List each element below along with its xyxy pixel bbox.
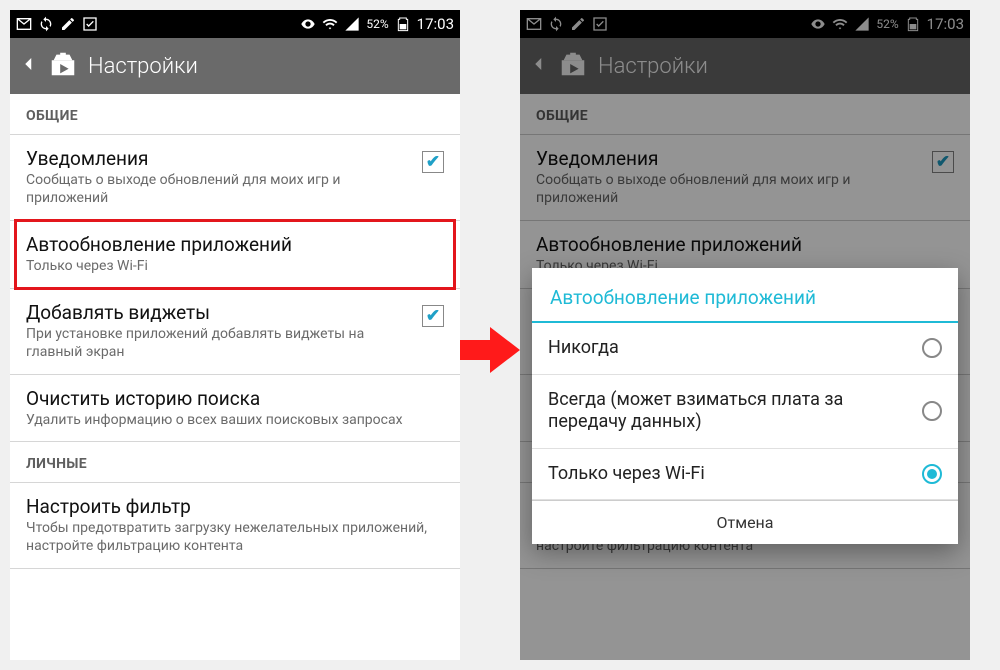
dialog-title: Автообновление приложений (532, 268, 958, 321)
section-general: ОБЩИЕ (10, 94, 460, 135)
left-screenshot: 52% 17:03 Настройки ОБЩИЕ Уведомления Со… (10, 10, 460, 660)
autoupdate-dialog: Автообновление приложений Никогда Всегда… (532, 268, 958, 544)
row-title: Добавлять виджеты (26, 301, 414, 324)
row-title: Настроить фильтр (26, 495, 444, 518)
row-sub: Удалить информацию о всех ваших поисковы… (26, 412, 444, 430)
checkbox-notifications[interactable] (422, 151, 444, 173)
checkbox-status-icon (82, 16, 98, 32)
arrow-icon (460, 325, 520, 375)
radio-always[interactable] (922, 401, 942, 421)
row-sub: Сообщать о выходе обновлений для моих иг… (26, 172, 414, 208)
wifi-icon (322, 16, 338, 32)
checkbox-widgets[interactable] (422, 305, 444, 327)
battery-percent: 52% (366, 17, 388, 31)
option-always[interactable]: Всегда (может взиматься плата за передач… (532, 375, 958, 449)
settings-body: ОБЩИЕ Уведомления Сообщать о выходе обно… (10, 94, 460, 569)
play-store-icon (48, 49, 78, 83)
sync-icon (38, 16, 54, 32)
eye-icon (300, 16, 316, 32)
edit-icon (60, 16, 76, 32)
battery-icon (395, 16, 411, 32)
row-title: Очистить историю поиска (26, 387, 444, 410)
clock: 17:03 (417, 15, 454, 33)
back-icon[interactable] (20, 50, 38, 82)
option-wifi[interactable]: Только через Wi-Fi (532, 449, 958, 501)
row-title: Автообновление приложений (26, 233, 444, 256)
status-bar: 52% 17:03 (10, 10, 460, 38)
row-clear-search[interactable]: Очистить историю поиска Удалить информац… (10, 375, 460, 443)
option-never[interactable]: Никогда (532, 323, 958, 375)
signal-icon (344, 16, 360, 32)
row-notifications[interactable]: Уведомления Сообщать о выходе обновлений… (10, 135, 460, 221)
row-widgets[interactable]: Добавлять виджеты При установке приложен… (10, 289, 460, 375)
row-title: Уведомления (26, 147, 414, 170)
row-sub: При установке приложений добавлять видже… (26, 326, 414, 362)
row-sub: Только через Wi-Fi (26, 258, 444, 276)
app-header: Настройки (10, 38, 460, 94)
section-personal: ЛИЧНЫЕ (10, 442, 460, 483)
row-filter[interactable]: Настроить фильтр Чтобы предотвратить заг… (10, 483, 460, 569)
right-screenshot: 52% 17:03 Настройки ОБЩИЕ Уведомления Со… (520, 10, 970, 660)
row-autoupdate[interactable]: Автообновление приложений Только через W… (10, 221, 460, 289)
dialog-cancel[interactable]: Отмена (532, 500, 958, 544)
header-title: Настройки (88, 54, 198, 79)
radio-wifi[interactable] (922, 464, 942, 484)
radio-never[interactable] (922, 338, 942, 358)
mail-icon (16, 16, 32, 32)
row-sub: Чтобы предотвратить загрузку нежелательн… (26, 520, 444, 556)
